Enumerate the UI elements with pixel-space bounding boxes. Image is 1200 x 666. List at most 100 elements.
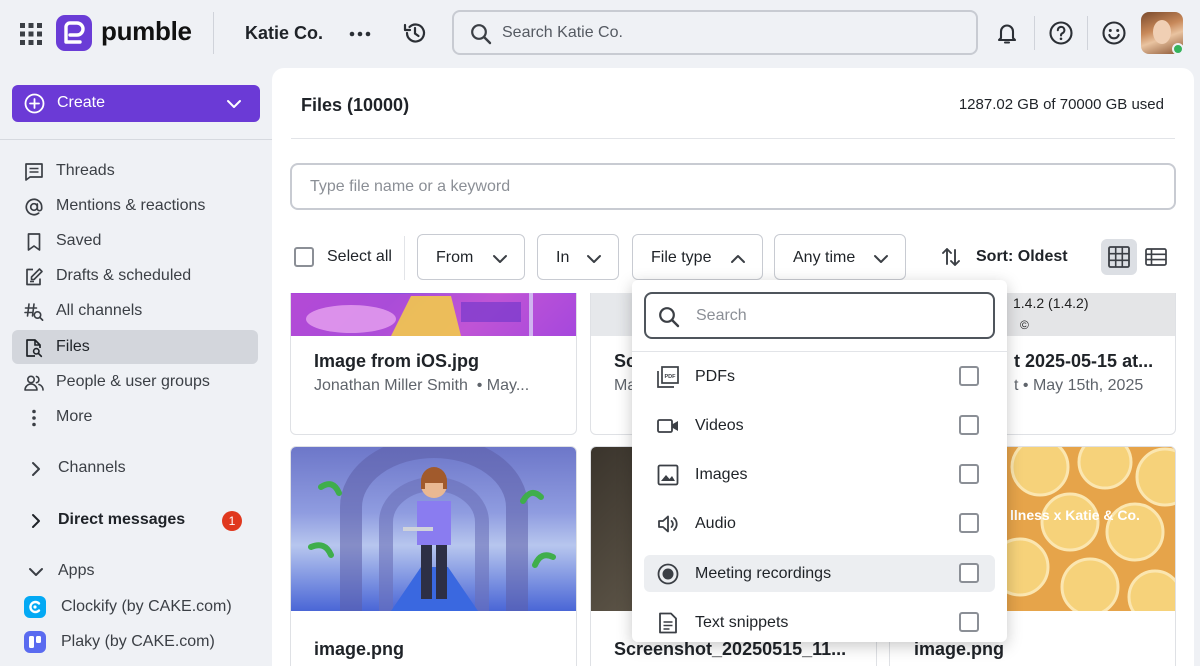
sidebar-item-label: Threads — [56, 162, 115, 179]
workspace-name[interactable]: Katie Co. — [245, 23, 323, 44]
text-snippet-icon — [659, 612, 677, 634]
chevron-right-icon — [32, 514, 40, 528]
option-label: Videos — [695, 417, 744, 434]
copyright-icon: © — [1020, 318, 1029, 332]
list-view-icon[interactable] — [1145, 246, 1167, 268]
file-search-icon — [26, 339, 43, 358]
file-search-box[interactable] — [290, 163, 1176, 210]
thumbnail-text: 1.4.2 (1.4.2) — [1013, 295, 1089, 311]
chevron-down-icon — [587, 255, 601, 263]
search-input[interactable] — [502, 20, 962, 46]
apps-grid-icon[interactable] — [20, 23, 42, 45]
file-card[interactable]: image.png — [290, 446, 577, 666]
sidebar-item-drafts[interactable]: Drafts & scheduled — [12, 259, 258, 293]
sidebar-item-all-channels[interactable]: All channels — [12, 294, 258, 328]
file-meta: t • May 15th, 2025 — [1014, 377, 1144, 394]
sidebar-item-threads[interactable]: Threads — [12, 154, 258, 188]
sort-icon[interactable] — [940, 246, 962, 268]
sort-button[interactable]: Sort: Oldest — [976, 248, 1068, 266]
bell-icon[interactable] — [994, 20, 1020, 46]
sidebar-item-label: Mentions & reactions — [56, 197, 206, 214]
chevron-up-icon — [731, 255, 745, 263]
sidebar-item-label: More — [56, 408, 93, 425]
help-icon[interactable] — [1048, 20, 1074, 46]
chevron-right-icon — [32, 462, 40, 476]
from-filter[interactable]: From — [417, 234, 525, 280]
file-type-option-meeting-recordings[interactable]: Meeting recordings — [644, 555, 995, 592]
create-button[interactable]: Create — [12, 85, 260, 122]
more-horizontal-icon[interactable] — [348, 22, 372, 46]
app-label: Clockify (by CAKE.com) — [61, 598, 232, 615]
file-type-option-pdfs[interactable]: PDF PDFs — [644, 358, 995, 395]
section-label: Direct messages — [58, 511, 186, 528]
sidebar-item-label: All channels — [56, 302, 143, 319]
file-card[interactable]: Image from iOS.jpg Jonathan Miller Smith… — [290, 293, 577, 435]
file-type-option-audio[interactable]: Audio — [644, 505, 995, 542]
select-all-checkbox[interactable] — [294, 247, 314, 267]
clockify-icon — [24, 596, 46, 618]
file-name: t 2025-05-15 at... — [1014, 351, 1154, 371]
app-name: pumble — [101, 16, 192, 46]
option-checkbox[interactable] — [959, 415, 979, 435]
divider — [1034, 16, 1035, 50]
option-label: Meeting recordings — [695, 565, 832, 582]
sidebar-item-label: Drafts & scheduled — [56, 267, 192, 284]
file-date: • May... — [476, 377, 530, 394]
sidebar-item-people[interactable]: People & user groups — [12, 365, 258, 399]
sidebar-item-more[interactable]: More — [12, 400, 258, 434]
file-thumbnail — [291, 447, 576, 611]
divider — [0, 139, 272, 140]
dropdown-search-box[interactable] — [644, 292, 995, 339]
time-filter[interactable]: Any time — [774, 234, 906, 280]
section-label: Apps — [58, 562, 95, 579]
file-search-input[interactable] — [310, 175, 1150, 199]
dropdown-search-input[interactable] — [696, 305, 976, 327]
file-type-option-text-snippets[interactable]: Text snippets — [644, 604, 995, 641]
plaky-icon — [24, 631, 46, 653]
chevron-down-icon — [493, 255, 507, 263]
create-label: Create — [57, 94, 106, 111]
divider — [632, 351, 1007, 352]
search-icon — [659, 307, 680, 328]
audio-icon — [658, 515, 678, 533]
filter-label: From — [436, 249, 474, 266]
sidebar-item-saved[interactable]: Saved — [12, 224, 258, 258]
select-all-label[interactable]: Select all — [327, 248, 392, 266]
grid-view-button[interactable] — [1101, 239, 1137, 275]
option-checkbox[interactable] — [959, 366, 979, 386]
sidebar-item-files[interactable]: Files — [12, 330, 258, 364]
svg-text:PDF: PDF — [665, 374, 677, 380]
file-name: Screenshot_20250515_11... — [614, 639, 847, 659]
channels-search-icon — [24, 303, 44, 321]
more-vertical-icon — [32, 409, 36, 427]
emoji-status-icon[interactable] — [1101, 20, 1127, 46]
app-label: Plaky (by CAKE.com) — [61, 633, 215, 650]
bookmark-icon — [27, 233, 41, 251]
history-icon[interactable] — [402, 20, 428, 46]
option-checkbox[interactable] — [959, 612, 979, 632]
in-filter[interactable]: In — [537, 234, 619, 280]
people-icon — [24, 375, 44, 391]
option-checkbox[interactable] — [959, 464, 979, 484]
grid-view-icon — [1108, 246, 1130, 268]
file-type-filter[interactable]: File type — [632, 234, 763, 280]
file-type-option-videos[interactable]: Videos — [644, 407, 995, 444]
record-icon — [657, 563, 679, 585]
page-title: Files (10000) — [301, 95, 410, 115]
pumble-logo-icon — [56, 15, 92, 51]
divider — [404, 236, 405, 280]
video-icon — [657, 419, 678, 433]
workspace-search[interactable] — [452, 10, 978, 55]
option-label: Text snippets — [695, 614, 789, 631]
unread-badge: 1 — [222, 511, 242, 531]
online-status-indicator — [1172, 43, 1184, 55]
filter-label: File type — [651, 249, 712, 266]
option-label: PDFs — [695, 368, 735, 385]
option-label: Images — [695, 466, 748, 483]
file-type-option-images[interactable]: Images — [644, 456, 995, 493]
file-name: image.png — [314, 639, 405, 659]
option-checkbox[interactable] — [959, 563, 979, 583]
option-checkbox[interactable] — [959, 513, 979, 533]
file-name: Image from iOS.jpg — [314, 351, 480, 371]
sidebar-item-mentions[interactable]: Mentions & reactions — [12, 189, 258, 223]
